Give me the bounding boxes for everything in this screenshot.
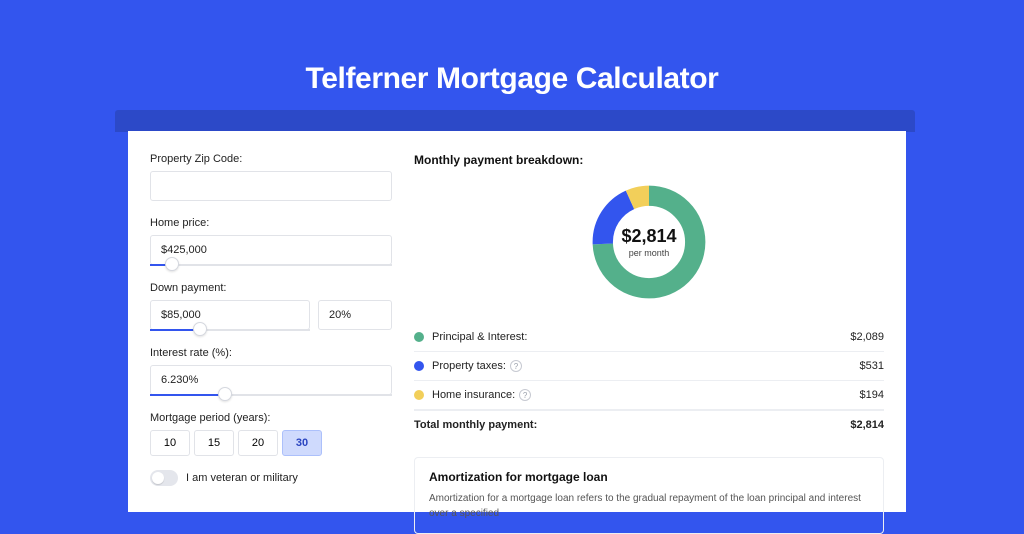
donut-center: $2,814 per month xyxy=(588,181,710,303)
legend-total-label: Total monthly payment: xyxy=(414,419,850,431)
down-payment-label: Down payment: xyxy=(150,282,392,294)
mortgage-period-options: 10 15 20 30 xyxy=(150,430,392,456)
legend-dot-insurance xyxy=(414,390,424,400)
legend-amount-insurance: $194 xyxy=(860,389,884,401)
legend-label-principal: Principal & Interest: xyxy=(432,331,850,343)
legend-label-taxes-text: Property taxes: xyxy=(432,360,506,372)
zip-input[interactable] xyxy=(150,171,392,201)
interest-slider-fill xyxy=(150,394,225,396)
mortgage-period-15[interactable]: 15 xyxy=(194,430,234,456)
donut-center-sub: per month xyxy=(629,248,670,258)
interest-slider-handle[interactable] xyxy=(218,387,232,401)
down-payment-field-group: Down payment: xyxy=(150,282,392,331)
mortgage-period-label: Mortgage period (years): xyxy=(150,412,392,424)
home-price-label: Home price: xyxy=(150,217,392,229)
interest-slider[interactable] xyxy=(150,394,392,396)
legend-total-amount: $2,814 xyxy=(850,419,884,431)
veteran-toggle-knob xyxy=(152,472,164,484)
mortgage-period-20[interactable]: 20 xyxy=(238,430,278,456)
veteran-label: I am veteran or military xyxy=(186,472,298,484)
home-price-slider[interactable] xyxy=(150,264,392,266)
amortization-text: Amortization for a mortgage loan refers … xyxy=(429,492,869,521)
down-payment-amount-input[interactable] xyxy=(150,300,310,330)
legend: Principal & Interest: $2,089 Property ta… xyxy=(414,323,884,439)
interest-field-group: Interest rate (%): xyxy=(150,347,392,396)
interest-input[interactable] xyxy=(150,365,392,395)
interest-label: Interest rate (%): xyxy=(150,347,392,359)
legend-label-insurance-text: Home insurance: xyxy=(432,389,515,401)
legend-dot-taxes xyxy=(414,361,424,371)
calculator-card: Property Zip Code: Home price: Down paym… xyxy=(128,131,906,512)
legend-row-taxes: Property taxes: ? $531 xyxy=(414,352,884,381)
legend-amount-principal: $2,089 xyxy=(850,331,884,343)
home-price-field-group: Home price: xyxy=(150,217,392,266)
home-price-slider-handle[interactable] xyxy=(165,257,179,271)
legend-label-taxes: Property taxes: ? xyxy=(432,360,860,372)
donut-container: $2,814 per month xyxy=(414,175,884,313)
mortgage-period-field-group: Mortgage period (years): 10 15 20 30 xyxy=(150,412,392,456)
legend-amount-taxes: $531 xyxy=(860,360,884,372)
legend-dot-principal xyxy=(414,332,424,342)
legend-row-total: Total monthly payment: $2,814 xyxy=(414,410,884,439)
home-price-input[interactable] xyxy=(150,235,392,265)
inputs-column: Property Zip Code: Home price: Down paym… xyxy=(150,153,392,512)
header-stripe xyxy=(115,110,915,132)
info-icon[interactable]: ? xyxy=(519,389,531,401)
veteran-toggle[interactable] xyxy=(150,470,178,486)
info-icon[interactable]: ? xyxy=(510,360,522,372)
veteran-row: I am veteran or military xyxy=(150,470,392,486)
down-payment-percent-input[interactable] xyxy=(318,300,392,330)
breakdown-title: Monthly payment breakdown: xyxy=(414,153,884,167)
amortization-title: Amortization for mortgage loan xyxy=(429,470,869,484)
amortization-box: Amortization for mortgage loan Amortizat… xyxy=(414,457,884,534)
donut-chart: $2,814 per month xyxy=(588,181,710,303)
zip-label: Property Zip Code: xyxy=(150,153,392,165)
legend-row-insurance: Home insurance: ? $194 xyxy=(414,381,884,410)
donut-center-value: $2,814 xyxy=(621,226,676,247)
legend-row-principal: Principal & Interest: $2,089 xyxy=(414,323,884,352)
mortgage-period-10[interactable]: 10 xyxy=(150,430,190,456)
down-payment-slider-handle[interactable] xyxy=(193,322,207,336)
legend-label-insurance: Home insurance: ? xyxy=(432,389,860,401)
page-title: Telferner Mortgage Calculator xyxy=(0,0,1024,96)
breakdown-column: Monthly payment breakdown: $2,814 per mo… xyxy=(414,153,884,512)
zip-field-group: Property Zip Code: xyxy=(150,153,392,201)
mortgage-period-30[interactable]: 30 xyxy=(282,430,322,456)
down-payment-slider[interactable] xyxy=(150,329,310,331)
